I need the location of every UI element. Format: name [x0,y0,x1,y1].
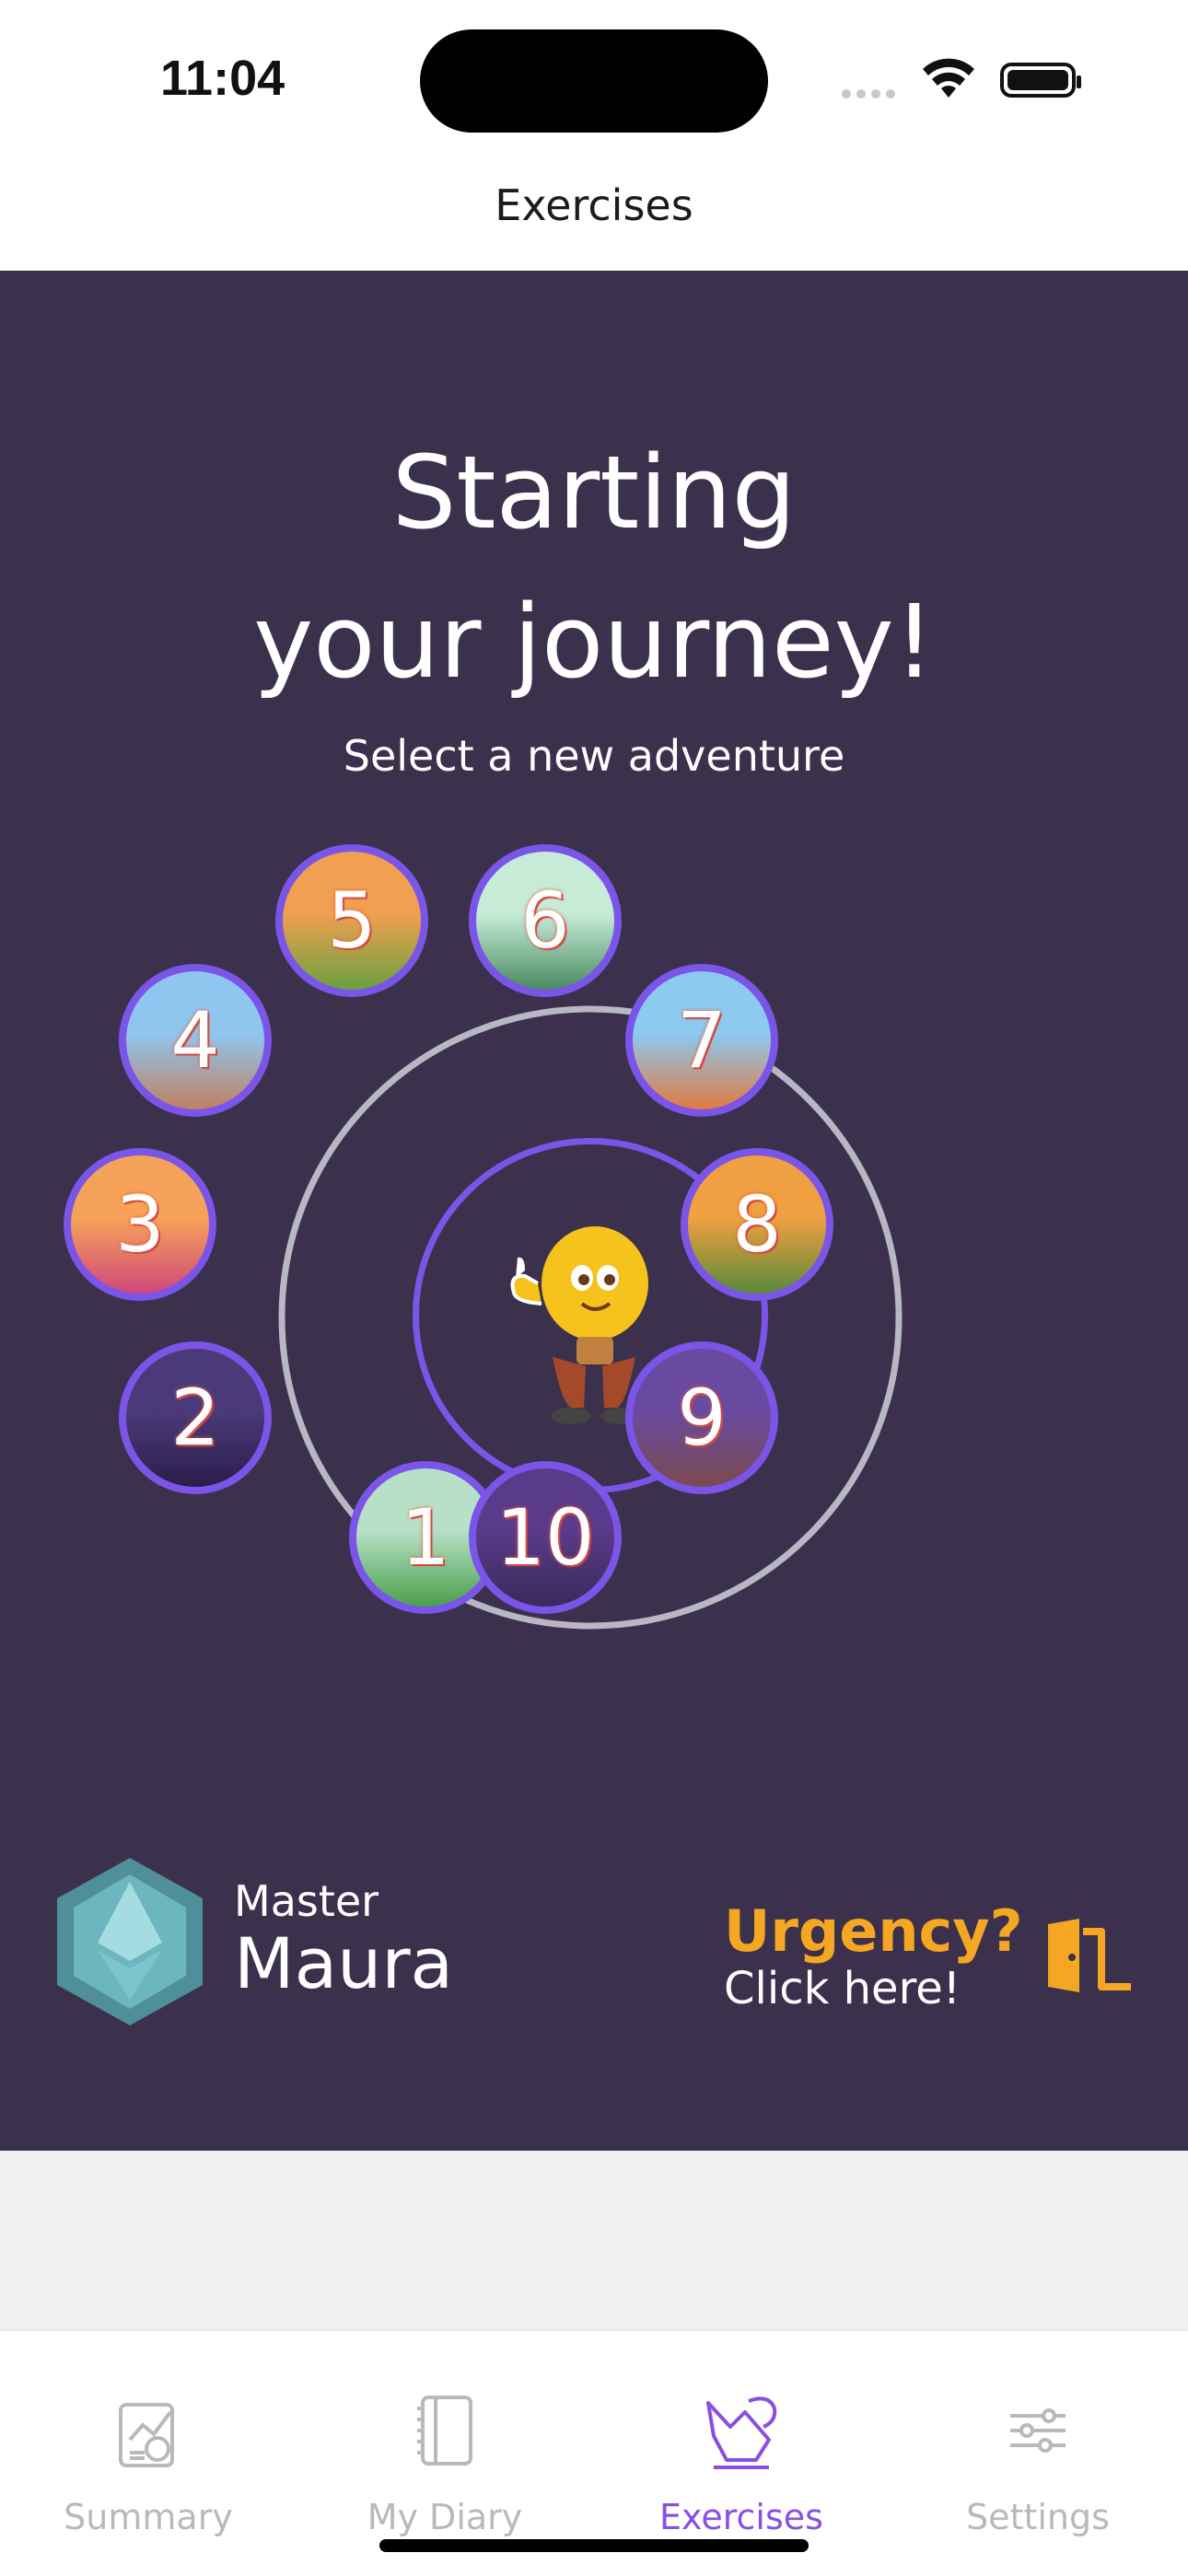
stage-number: 1 [401,1492,450,1583]
journey-panel: Starting your journey! Select a new adve… [0,271,1188,2151]
stage-node-4[interactable]: 4 [119,964,272,1117]
settings-icon [1010,2408,1066,2453]
stage-number: 2 [170,1373,220,1463]
dynamic-island [420,29,768,133]
wifi-icon [923,58,974,98]
exercises-icon [706,2396,777,2469]
exit-door-icon[interactable] [1042,1919,1135,1992]
tab-label: Summary [64,2497,233,2537]
master-label: Master [234,1876,379,1926]
stage-node-2[interactable]: 2 [119,1341,272,1494]
stage-node-5[interactable]: 5 [275,844,428,997]
urgency-subtitle: Click here! [724,1963,961,2014]
tab-label: Settings [966,2497,1110,2537]
stage-node-6[interactable]: 6 [469,844,622,997]
urgency-button[interactable]: Urgency? Click here! [724,1897,1023,2015]
master-block: Master Maura [52,1854,453,2034]
stage-number: 6 [520,876,570,966]
cellular-signal-icon [842,87,901,103]
summary-icon [119,2403,174,2467]
stage-node-3[interactable]: 3 [64,1148,216,1301]
tab-label: My Diary [367,2497,523,2537]
stage-number: 8 [732,1179,782,1270]
stage-number: 5 [327,876,377,966]
stage-number: 4 [170,995,220,1085]
stage-number: 10 [495,1492,595,1583]
tab-settings[interactable]: Settings [890,2331,1186,2576]
tab-label: Exercises [659,2497,823,2537]
stage-node-10[interactable]: 10 [469,1461,622,1614]
stage-number: 3 [115,1179,165,1270]
stage-node-9[interactable]: 9 [625,1341,778,1494]
tab-summary[interactable]: Summary [0,2331,297,2576]
content-spacer [0,2151,1188,2329]
status-time: 11:04 [160,51,285,106]
status-bar: 11:04 [0,0,1188,157]
stage-number: 7 [677,995,727,1085]
diary-icon [417,2396,472,2466]
stage-node-7[interactable]: 7 [625,964,778,1117]
master-name: Maura [234,1922,454,2004]
diamond-badge-icon [57,1858,203,2025]
urgency-title: Urgency? [724,1897,1023,1965]
stage-number: 9 [677,1373,727,1463]
home-indicator [379,2539,809,2552]
battery-icon [1000,63,1081,98]
stage-node-8[interactable]: 8 [681,1148,833,1301]
page-title: Exercises [495,180,693,230]
